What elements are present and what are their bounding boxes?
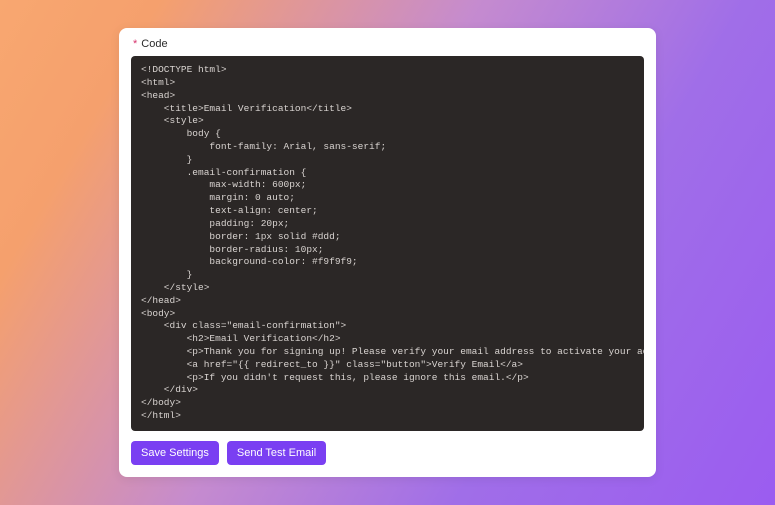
send-test-email-button[interactable]: Send Test Email — [227, 441, 326, 465]
code-editor[interactable]: <!DOCTYPE html> <html> <head> <title>Ema… — [131, 56, 644, 431]
required-indicator: * — [133, 39, 137, 50]
save-settings-button[interactable]: Save Settings — [131, 441, 219, 465]
button-row: Save Settings Send Test Email — [131, 441, 644, 465]
code-field-label: Code — [141, 38, 167, 50]
settings-card: * Code <!DOCTYPE html> <html> <head> <ti… — [119, 28, 656, 477]
code-field-label-row: * Code — [131, 38, 644, 50]
